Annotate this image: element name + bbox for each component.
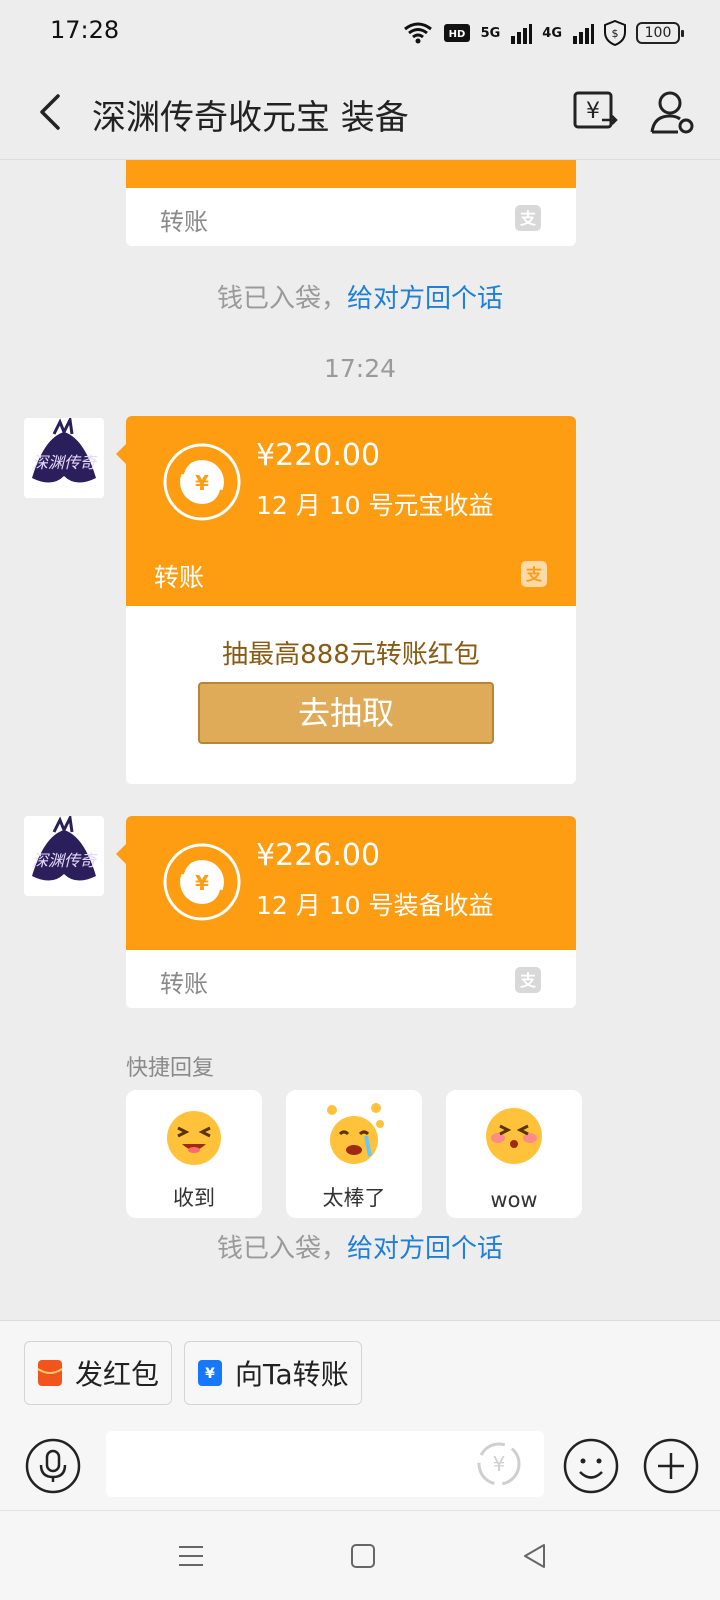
menu-icon[interactable] <box>176 1541 206 1571</box>
svg-text:深渊传奇: 深渊传奇 <box>32 453 98 472</box>
quick-reply-great[interactable]: 太棒了 <box>286 1090 422 1218</box>
timestamp: 17:24 <box>323 354 397 383</box>
status-bar: 17:28 HD 5G 4G $ 100 <box>0 0 720 64</box>
network-4g-label: 4G <box>542 25 562 41</box>
card-footer: 转账 支 <box>126 188 576 246</box>
signal-icon-2 <box>573 24 594 44</box>
svg-text:¥: ¥ <box>195 871 209 895</box>
promo-text: 抽最高888元转账红包 <box>222 640 480 670</box>
contact-settings-icon[interactable] <box>648 88 696 136</box>
emoji-blush-icon <box>486 1108 542 1164</box>
transfer-to-ta-button[interactable]: ¥ 向Ta转账 <box>184 1341 362 1405</box>
red-packet-icon <box>37 1360 63 1386</box>
transfer-icon[interactable]: ¥ <box>572 88 618 134</box>
status-time: 17:28 <box>50 16 120 44</box>
quick-reply-wow[interactable]: wow <box>446 1090 582 1218</box>
svg-text:¥: ¥ <box>195 471 209 495</box>
reply-link[interactable]: 给对方回个话 <box>347 284 503 314</box>
game-logo-avatar: 深渊传奇 <box>24 418 104 498</box>
system-message: 钱已入袋，给对方回个话 <box>0 278 720 315</box>
quick-reply-label: wow <box>490 1188 538 1212</box>
send-red-packet-button[interactable]: 发红包 <box>24 1341 172 1405</box>
quick-reply-label: 太棒了 <box>322 1186 386 1210</box>
svg-text:¥: ¥ <box>586 99 600 124</box>
avatar[interactable]: 深渊传奇 <box>24 816 104 896</box>
transfer-card-220[interactable]: ¥ ¥220.00 12 月 10 号元宝收益 转账 支 抽最高888元转账红包… <box>126 416 576 784</box>
svg-text:深渊传奇: 深渊传奇 <box>32 851 98 870</box>
transfer-amount: ¥220.00 <box>256 438 381 473</box>
reply-link[interactable]: 给对方回个话 <box>347 1234 503 1264</box>
quick-reply-received[interactable]: 收到 <box>126 1090 262 1218</box>
transfer-card-226[interactable]: ¥ ¥226.00 12 月 10 号装备收益 转账 支 <box>126 816 576 1008</box>
shield-dollar-icon: $ <box>604 20 626 46</box>
chat-area[interactable]: 转账 支 钱已入袋，给对方回个话 17:24 深渊传奇 ¥ ¥220.00 12… <box>0 160 720 1320</box>
transfer-shortcut-icon[interactable]: ¥ <box>474 1439 524 1489</box>
svg-text:¥: ¥ <box>205 1366 215 1382</box>
system-message-text: 钱已入袋， <box>216 284 347 314</box>
wifi-icon <box>403 22 432 44</box>
transfer-coin-icon: ¥ <box>163 843 241 921</box>
chat-header: 深渊传奇收元宝 装备 ¥ <box>0 64 720 160</box>
transfer-coin-icon: ¥ <box>163 443 241 521</box>
transfer-label: 转账 <box>160 970 208 998</box>
draw-button[interactable]: 去抽取 <box>198 682 494 744</box>
svg-text:$: $ <box>612 27 619 40</box>
battery-indicator: 100 <box>636 22 684 44</box>
system-navigation-bar <box>0 1510 720 1600</box>
avatar[interactable]: 深渊传奇 <box>24 418 104 498</box>
game-logo-avatar: 深渊传奇 <box>24 816 104 896</box>
system-message-text: 钱已入袋， <box>216 1234 347 1264</box>
voice-input-icon[interactable] <box>24 1437 82 1495</box>
hd-icon: HD <box>443 24 470 42</box>
send-red-packet-label: 发红包 <box>75 1358 160 1391</box>
bubble-tail <box>116 844 126 864</box>
promo-section: 抽最高888元转账红包 去抽取 <box>126 606 576 784</box>
system-message: 钱已入袋，给对方回个话 <box>0 1228 720 1265</box>
quick-reply-title: 快捷回复 <box>126 1056 215 1081</box>
svg-text:支: 支 <box>519 971 537 990</box>
back-triangle-icon[interactable] <box>520 1541 550 1571</box>
svg-text:HD: HD <box>448 29 465 40</box>
home-icon[interactable] <box>348 1541 378 1571</box>
transfer-memo: 12 月 10 号元宝收益 <box>256 491 494 520</box>
emoji-crying-coins-icon <box>327 1103 384 1164</box>
input-row: ¥ <box>0 1431 720 1511</box>
transfer-label: 转账 <box>160 208 208 236</box>
svg-text:支: 支 <box>525 565 543 584</box>
svg-text:¥: ¥ <box>493 1452 506 1476</box>
transfer-card-previous[interactable]: 转账 支 <box>126 160 576 246</box>
card-footer: 转账 支 <box>126 950 576 1008</box>
quick-reply-label: 收到 <box>173 1186 215 1210</box>
transfer-label: 转账 <box>154 563 205 592</box>
alipay-icon: 支 <box>515 205 541 231</box>
emoji-icon[interactable] <box>562 1437 620 1495</box>
back-arrow-icon[interactable] <box>28 88 76 136</box>
emoji-tongue-icon <box>167 1111 221 1165</box>
transfer-amount: ¥226.00 <box>256 838 381 873</box>
bubble-tail <box>116 444 126 464</box>
alipay-icon: 支 <box>521 561 547 587</box>
bottom-panel: 发红包 ¥ 向Ta转账 ¥ <box>0 1320 720 1510</box>
plus-icon[interactable] <box>642 1437 700 1495</box>
network-5g-label: 5G <box>480 25 501 41</box>
chat-title: 深渊传奇收元宝 装备 <box>92 98 409 138</box>
transfer-to-ta-label: 向Ta转账 <box>235 1358 349 1391</box>
signal-icon <box>511 24 533 44</box>
message-input[interactable]: ¥ <box>106 1431 544 1497</box>
alipay-icon: 支 <box>515 967 541 993</box>
status-icons: HD 5G 4G $ 100 <box>403 18 684 48</box>
transfer-money-icon: ¥ <box>198 1360 222 1386</box>
transfer-memo: 12 月 10 号装备收益 <box>256 891 494 920</box>
svg-text:支: 支 <box>519 209 537 228</box>
